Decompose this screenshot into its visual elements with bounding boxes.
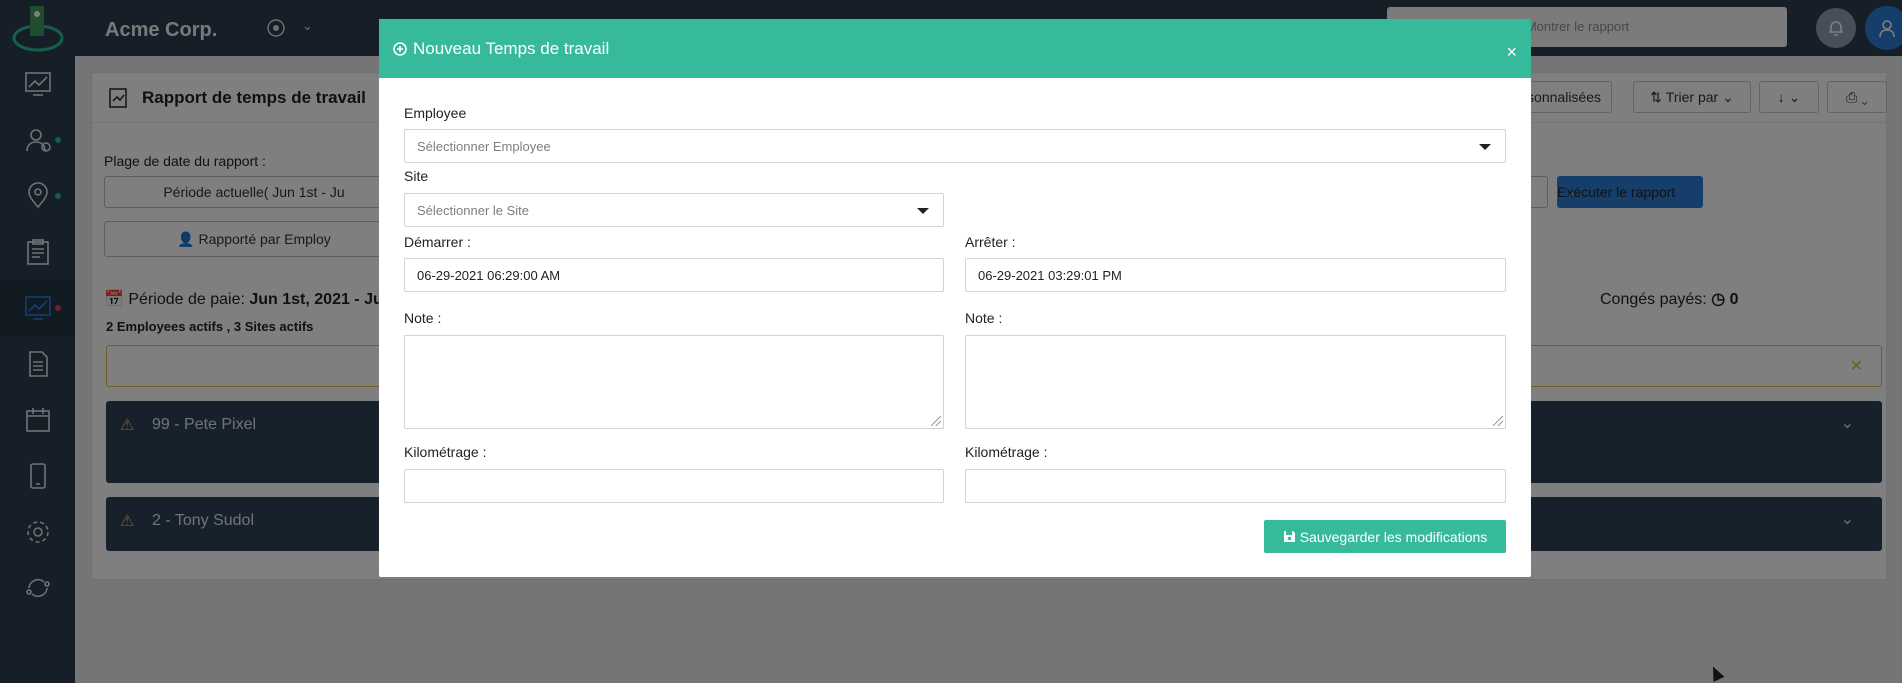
employee-label: Employee <box>404 105 467 121</box>
start-mileage-input[interactable] <box>404 469 944 503</box>
caret-down-icon <box>917 208 929 214</box>
save-changes-label: Sauvegarder les modifications <box>1299 528 1488 545</box>
stop-mileage-input[interactable] <box>965 469 1506 503</box>
start-datetime-input[interactable]: 06-29-2021 06:29:00 AM <box>404 258 944 292</box>
start-label: Démarrer : <box>404 234 471 250</box>
plus-circle-icon <box>393 41 407 56</box>
start-note-textarea[interactable] <box>404 335 944 429</box>
site-select[interactable]: Sélectionner le Site <box>404 193 944 227</box>
mileage-label: Kilométrage : <box>965 444 1048 460</box>
save-changes-button[interactable]: Sauvegarder les modifications <box>1264 520 1506 553</box>
resize-grip-icon[interactable] <box>931 416 941 426</box>
note-label: Note : <box>965 310 1003 326</box>
floppy-disk-icon <box>1283 531 1295 542</box>
site-label: Site <box>404 168 429 184</box>
mileage-label: Kilométrage : <box>404 444 487 460</box>
modal-title: Nouveau Temps de travail <box>413 38 610 58</box>
stop-note-textarea[interactable] <box>965 335 1506 429</box>
caret-down-icon <box>1479 144 1491 150</box>
stop-datetime-input[interactable]: 06-29-2021 03:29:01 PM <box>965 258 1506 292</box>
resize-grip-icon[interactable] <box>1493 416 1503 426</box>
new-worktime-modal: Nouveau Temps de travail × Employee Séle… <box>379 19 1531 577</box>
close-button[interactable]: × <box>1506 43 1517 61</box>
employee-select-value: Sélectionner Employee <box>417 138 551 154</box>
note-label: Note : <box>404 310 442 326</box>
employee-select[interactable]: Sélectionner Employee <box>404 129 1506 163</box>
site-select-value: Sélectionner le Site <box>417 202 530 218</box>
stop-label: Arrêter : <box>965 234 1016 250</box>
modal-header: Nouveau Temps de travail <box>379 19 1531 78</box>
